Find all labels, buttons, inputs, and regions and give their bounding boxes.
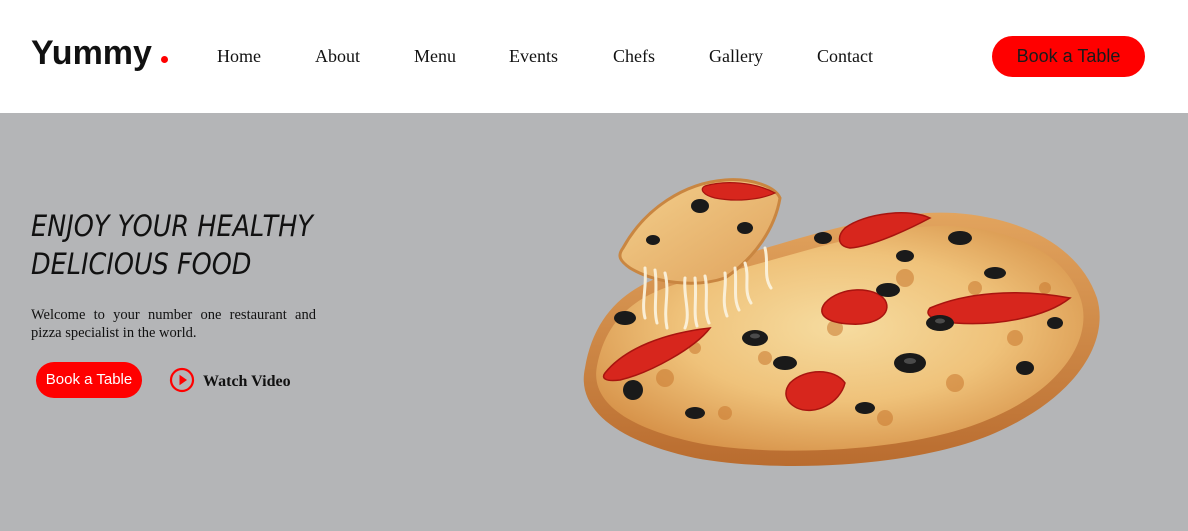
nav-chefs[interactable]: Chefs (613, 44, 655, 68)
watch-video-label: Watch Video (203, 373, 291, 390)
nav-contact[interactable]: Contact (817, 44, 873, 68)
hero-title: Enjoy Your Healthy Delicious Food (31, 207, 321, 283)
nav-home[interactable]: Home (217, 44, 261, 68)
pizza-image (583, 178, 1100, 466)
nav-about[interactable]: About (315, 44, 360, 68)
watch-video-link[interactable]: Watch Video (169, 367, 291, 393)
hero-section: Enjoy Your Healthy Delicious Food Welcom… (0, 113, 1188, 531)
logo-text: Yummy (31, 34, 152, 72)
hero-title-line-2: Delicious Food (31, 247, 252, 281)
hero-book-table-button[interactable]: Book a Table (36, 362, 142, 398)
hero-description: Welcome to your number one restaurant an… (31, 307, 316, 341)
logo-dot-icon (160, 56, 168, 63)
nav-menu[interactable]: Menu (414, 44, 456, 68)
nav-gallery[interactable]: Gallery (709, 44, 763, 68)
hero-title-line-1: Enjoy Your Healthy (31, 209, 313, 243)
logo[interactable]: Yummy (31, 33, 168, 73)
header-book-table-button[interactable]: Book a Table (992, 36, 1145, 77)
nav-events[interactable]: Events (509, 44, 558, 68)
play-circle-icon (169, 367, 195, 393)
site-header: Yummy Home About Menu Events Chefs Galle… (0, 0, 1188, 113)
